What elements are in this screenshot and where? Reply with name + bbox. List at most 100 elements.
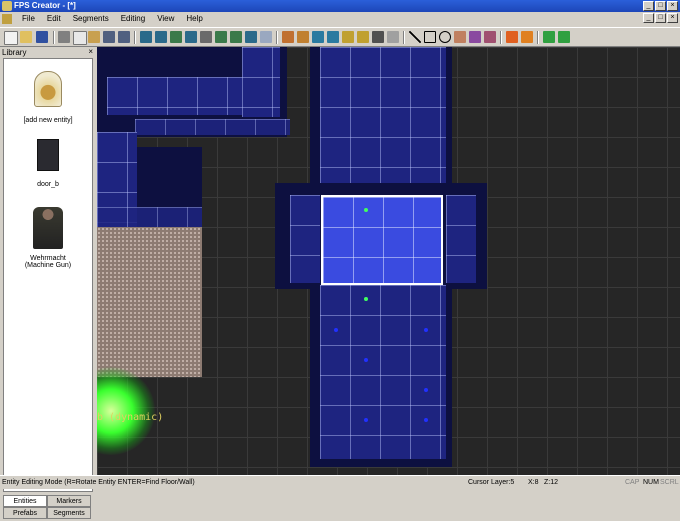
- dynamic-entity-label: b (dynamic): [97, 412, 164, 423]
- tab-segments[interactable]: Segments: [47, 507, 91, 519]
- mdi-restore-button[interactable]: □: [655, 13, 666, 23]
- move-icon[interactable]: [372, 31, 384, 43]
- undo-icon[interactable]: [103, 31, 115, 43]
- status-scrl: SCRL: [660, 479, 679, 486]
- view-top-icon[interactable]: [140, 31, 152, 43]
- list-item-door-b[interactable]: door_b: [4, 139, 92, 188]
- toolbar-separator: [53, 31, 55, 44]
- layers-icon[interactable]: [200, 31, 212, 43]
- status-num: NUM: [643, 479, 659, 486]
- layer-down-icon[interactable]: [230, 31, 242, 43]
- status-z-coord: Z:12: [544, 479, 559, 486]
- view-3d-icon[interactable]: [245, 31, 257, 43]
- list-item-wehrmacht[interactable]: Wehrmacht (Machine Gun): [4, 207, 92, 269]
- entity-bell-jar-icon: [34, 71, 62, 107]
- tab-prefabs[interactable]: Prefabs: [3, 507, 47, 519]
- save-icon[interactable]: [36, 31, 48, 43]
- magnifier-icon[interactable]: [260, 31, 272, 43]
- app-icon: [2, 1, 12, 11]
- light-marker[interactable]: [424, 418, 428, 422]
- mdi-close-button[interactable]: ×: [667, 13, 678, 23]
- dropper-icon[interactable]: [469, 31, 481, 43]
- open-folder-icon[interactable]: [20, 31, 32, 43]
- line-icon[interactable]: [409, 31, 421, 43]
- entity-label: Wehrmacht (Machine Gun): [24, 255, 72, 269]
- light-marker[interactable]: [424, 388, 428, 392]
- menu-view[interactable]: View: [157, 14, 174, 23]
- toolbar-separator: [500, 31, 502, 44]
- menu-segments[interactable]: Segments: [73, 14, 109, 23]
- light-marker[interactable]: [364, 358, 368, 362]
- fill-icon[interactable]: [327, 31, 339, 43]
- toolbar-separator: [276, 31, 278, 44]
- entity-marker[interactable]: [364, 208, 368, 212]
- tab-entities[interactable]: Entities: [3, 495, 47, 507]
- east-alcove: [446, 195, 476, 283]
- library-tabs: Entities Markers Prefabs Segments: [3, 495, 91, 521]
- build-game-icon[interactable]: [558, 31, 570, 43]
- brush-icon[interactable]: [342, 31, 354, 43]
- test-game-icon[interactable]: [543, 31, 555, 43]
- pencil-icon[interactable]: [357, 31, 369, 43]
- library-close-icon[interactable]: ×: [88, 47, 93, 56]
- copy-icon[interactable]: [73, 31, 87, 45]
- tab-markers[interactable]: Markers: [47, 495, 91, 507]
- light-marker[interactable]: [424, 328, 428, 332]
- menu-help[interactable]: Help: [186, 14, 202, 23]
- maximize-button[interactable]: □: [655, 1, 666, 11]
- light-marker[interactable]: [334, 328, 338, 332]
- north-corridor: [320, 47, 446, 187]
- toolbar-separator: [537, 31, 539, 44]
- erase-icon[interactable]: [484, 31, 496, 43]
- window-title: FPS Creator - [*]: [14, 1, 76, 10]
- flag-icon[interactable]: [506, 31, 518, 43]
- editor-viewport[interactable]: b (dynamic): [97, 47, 680, 475]
- soldier-icon: [33, 207, 63, 249]
- entity-list: [add new entity] door_b Wehrmacht (Machi…: [3, 58, 93, 492]
- cut-icon[interactable]: [58, 31, 70, 43]
- paste-icon[interactable]: [88, 31, 100, 43]
- layer-up-icon[interactable]: [215, 31, 227, 43]
- menu-file[interactable]: File: [22, 14, 35, 23]
- paint-icon[interactable]: [282, 31, 294, 43]
- view-layer-icon[interactable]: [185, 31, 197, 43]
- new-file-icon[interactable]: [4, 31, 18, 45]
- status-cursor-layer: Cursor Layer:5: [468, 479, 515, 486]
- ellipse-icon[interactable]: [439, 31, 451, 43]
- south-corridor: [320, 285, 446, 459]
- corridor-wall-edge: [135, 119, 290, 135]
- door-icon: [37, 139, 59, 171]
- title-bar: FPS Creator - [*] _ □ ×: [0, 0, 680, 12]
- textured-floor: [97, 227, 202, 377]
- selected-room-segment[interactable]: [321, 195, 443, 285]
- list-item-add-entity[interactable]: [add new entity]: [4, 71, 92, 124]
- cursor-icon[interactable]: [454, 31, 466, 43]
- view-zoom-icon[interactable]: [155, 31, 167, 43]
- rotate-icon[interactable]: [387, 31, 399, 43]
- toolbar-separator: [134, 31, 136, 44]
- close-button[interactable]: ×: [667, 1, 678, 11]
- dynamic-light-glow[interactable]: [97, 367, 155, 455]
- document-icon: [2, 14, 12, 24]
- redo-icon[interactable]: [118, 31, 130, 43]
- toolbar: [0, 27, 680, 47]
- select-segment-icon[interactable]: [312, 31, 324, 43]
- marker-icon[interactable]: [521, 31, 533, 43]
- light-marker[interactable]: [364, 418, 368, 422]
- entity-label: [add new entity]: [23, 117, 73, 124]
- minimize-button[interactable]: _: [643, 1, 654, 11]
- pick-icon[interactable]: [297, 31, 309, 43]
- view-grid-icon[interactable]: [170, 31, 182, 43]
- corridor-wall-riser: [242, 47, 280, 117]
- library-panel: Library × [add new entity] door_b Wehrma…: [0, 47, 97, 519]
- library-title: Library: [2, 48, 27, 57]
- menu-editing[interactable]: Editing: [121, 14, 145, 23]
- mdi-minimize-button[interactable]: _: [643, 13, 654, 23]
- rectangle-icon[interactable]: [424, 31, 436, 43]
- status-x-coord: X:8: [528, 479, 539, 486]
- status-mode-text: Entity Editing Mode (R=Rotate Entity ENT…: [2, 479, 195, 486]
- entity-label: door_b: [37, 181, 59, 188]
- menu-edit[interactable]: Edit: [47, 14, 61, 23]
- entity-marker[interactable]: [364, 297, 368, 301]
- status-bar: Entity Editing Mode (R=Rotate Entity ENT…: [0, 475, 680, 489]
